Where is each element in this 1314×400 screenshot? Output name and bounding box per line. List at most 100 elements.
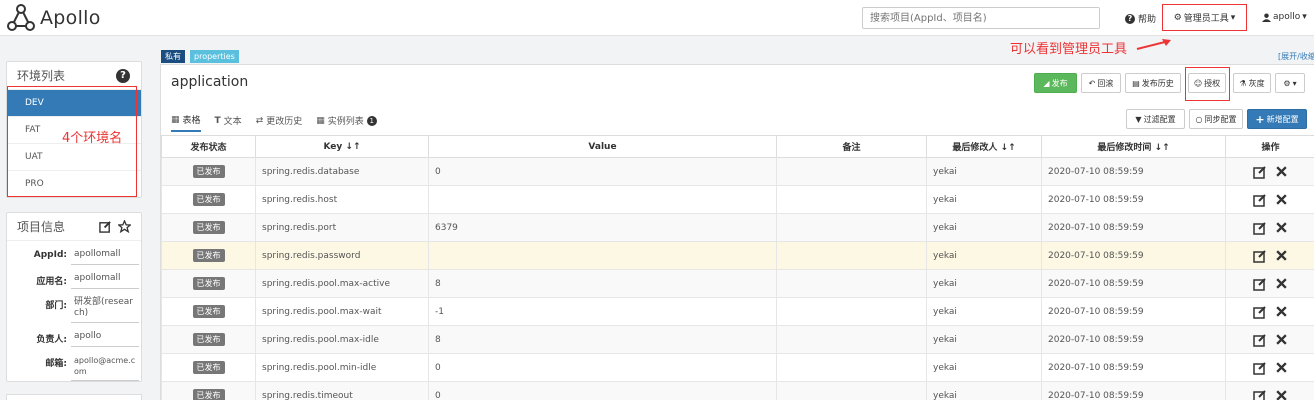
- project-info-panel: 项目信息 AppId: apollomall 应用名: apollomall 部…: [6, 212, 142, 382]
- view-tabs: ▦ 表格 T 文本 ⇄ 更改历史 ▦ 实例列表 1: [171, 113, 377, 132]
- gear-icon: ⚙: [1283, 78, 1291, 88]
- delete-icon[interactable]: [1275, 333, 1288, 346]
- env-item-pro[interactable]: PRO: [7, 171, 141, 198]
- col-modified-time[interactable]: 最后修改时间 ↓↑: [1041, 135, 1226, 158]
- status-cell: 已发布: [161, 353, 256, 382]
- value-cell: 8: [428, 269, 777, 298]
- actions-cell: [1225, 353, 1314, 382]
- delete-icon[interactable]: [1275, 165, 1288, 178]
- comment-cell: [776, 381, 927, 400]
- send-icon: ◢: [1043, 78, 1050, 88]
- brand-logo[interactable]: Apollo: [6, 3, 101, 33]
- sync-label: 同步配置: [1204, 114, 1237, 124]
- edit-icon[interactable]: [1253, 305, 1267, 319]
- gray-release-button[interactable]: ⚗ 灰度: [1233, 73, 1271, 93]
- edit-icon[interactable]: [1253, 361, 1267, 375]
- table-row: 已发布 spring.redis.pool.max-active 8 yekai 202…: [161, 269, 1314, 298]
- delete-icon[interactable]: [1275, 361, 1288, 374]
- status-cell: 已发布: [161, 185, 256, 214]
- publish-button[interactable]: ◢ 发布: [1034, 73, 1077, 93]
- help-label: 帮助: [1138, 15, 1157, 25]
- apollo-logo-icon: [7, 4, 35, 31]
- search-input[interactable]: [862, 7, 1100, 29]
- env-item-dev[interactable]: DEV: [7, 90, 141, 117]
- delete-icon[interactable]: [1275, 221, 1288, 234]
- edit-icon[interactable]: [1253, 333, 1267, 347]
- user-icon: [1262, 12, 1271, 22]
- filter-config-button[interactable]: ▼ 过滤配置: [1126, 109, 1185, 129]
- edit-icon[interactable]: [1253, 389, 1267, 400]
- modifier-cell: yekai: [926, 241, 1042, 270]
- tab-text[interactable]: T 文本: [215, 113, 242, 132]
- tab-history[interactable]: ⇄ 更改历史: [256, 113, 303, 132]
- env-annotation-text: 4个环境名: [62, 131, 123, 146]
- table-row: 已发布 spring.redis.host yekai 2020-07-10 08:5…: [161, 185, 1314, 214]
- rollback-button[interactable]: ↶ 回滚: [1081, 73, 1121, 93]
- env-item-uat[interactable]: UAT: [7, 144, 141, 171]
- modified-time-cell: 2020-07-10 08:59:59: [1041, 381, 1226, 400]
- value-cell: 6379: [428, 213, 777, 242]
- filter-icon: ▼: [1135, 114, 1142, 124]
- edit-icon[interactable]: [1253, 249, 1267, 263]
- next-panel-edge: [6, 394, 142, 400]
- status-badge: 已发布: [192, 361, 225, 374]
- modified-time-cell: 2020-07-10 08:59:59: [1041, 297, 1226, 326]
- publish-label: 发布: [1051, 78, 1068, 88]
- gray-label: 灰度: [1248, 78, 1265, 88]
- edit-icon[interactable]: [1253, 193, 1267, 207]
- expand-collapse-link[interactable]: [展开/收缩]: [1278, 51, 1314, 62]
- project-info-actions: [99, 220, 131, 233]
- delete-icon[interactable]: [1275, 277, 1288, 290]
- status-cell: 已发布: [161, 381, 256, 400]
- admin-tools-menu[interactable]: ⚙ 管理员工具 ▾: [1162, 4, 1247, 31]
- modifier-cell: yekai: [926, 297, 1042, 326]
- edit-icon[interactable]: [1253, 165, 1267, 179]
- status-cell: 已发布: [161, 213, 256, 242]
- delete-icon[interactable]: [1275, 249, 1288, 262]
- tab-instances[interactable]: ▦ 实例列表 1: [316, 113, 377, 132]
- col-status: 发布状态: [161, 135, 256, 158]
- tab-table[interactable]: ▦ 表格: [171, 113, 201, 132]
- modifier-cell: yekai: [926, 325, 1042, 354]
- caret-down-icon: ▾: [1292, 78, 1297, 88]
- add-label: 新增配置: [1266, 114, 1299, 124]
- settings-dropdown-button[interactable]: ⚙ ▾: [1275, 73, 1305, 93]
- value-cell: -1: [428, 297, 777, 326]
- config-table: 发布状态 Key ↓↑ Value 备注 最后修改人 ↓↑ 最后修改时间 ↓↑ …: [161, 135, 1314, 400]
- comment-cell: [776, 353, 927, 382]
- delete-icon[interactable]: [1275, 389, 1288, 400]
- star-icon[interactable]: [118, 220, 131, 233]
- table-icon: ▦: [171, 114, 180, 125]
- format-tag: properties: [190, 50, 239, 63]
- edit-icon[interactable]: [99, 220, 112, 233]
- actions-cell: [1225, 269, 1314, 298]
- status-cell: 已发布: [161, 297, 256, 326]
- user-label: apollo: [1273, 12, 1301, 22]
- status-cell: 已发布: [161, 269, 256, 298]
- modified-time-cell: 2020-07-10 08:59:59: [1041, 157, 1226, 186]
- info-value: 研发部(research): [71, 295, 139, 323]
- info-value: apollomall: [71, 247, 139, 265]
- col-modifier[interactable]: 最后修改人 ↓↑: [926, 135, 1042, 158]
- edit-icon[interactable]: [1253, 277, 1267, 291]
- env-list-header: 环境列表 ?: [7, 62, 141, 90]
- help-link[interactable]: ? 帮助: [1125, 12, 1156, 25]
- status-badge: 已发布: [192, 193, 225, 206]
- modifier-cell: yekai: [926, 213, 1042, 242]
- col-key[interactable]: Key ↓↑: [255, 135, 429, 158]
- comment-cell: [776, 269, 927, 298]
- table-header-row: 发布状态 Key ↓↑ Value 备注 最后修改人 ↓↑ 最后修改时间 ↓↑ …: [161, 135, 1314, 158]
- sync-config-button[interactable]: ○ 同步配置: [1189, 109, 1243, 129]
- table-row: 已发布 spring.redis.timeout 0 yekai 2020-07-10 …: [161, 381, 1314, 400]
- edit-icon[interactable]: [1253, 221, 1267, 235]
- release-history-button[interactable]: ▤ 发布历史: [1125, 73, 1181, 93]
- delete-icon[interactable]: [1275, 193, 1288, 206]
- add-config-button[interactable]: + 新增配置: [1247, 109, 1307, 129]
- text-icon: T: [214, 115, 221, 126]
- tab-label: 表格: [182, 116, 201, 126]
- actions-cell: [1225, 297, 1314, 326]
- info-label: 部门:: [45, 301, 67, 311]
- question-circle-icon[interactable]: ?: [116, 69, 130, 83]
- delete-icon[interactable]: [1275, 305, 1288, 318]
- user-menu[interactable]: apollo ▾: [1262, 12, 1307, 22]
